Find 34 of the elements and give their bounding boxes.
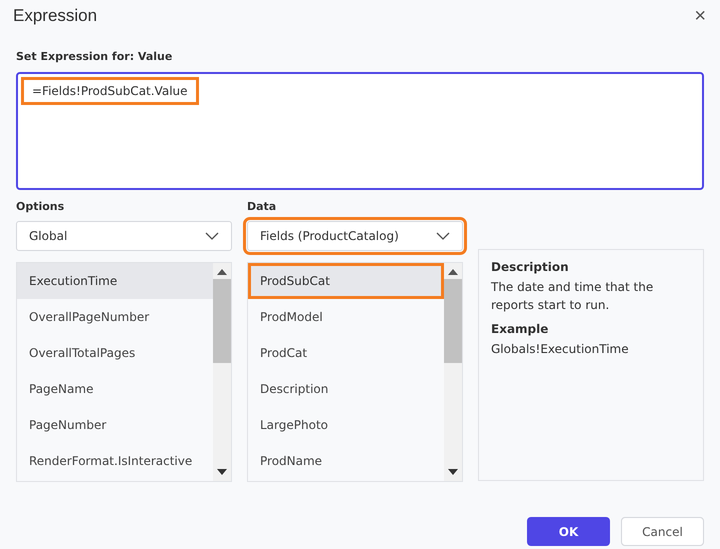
scrollbar[interactable]	[213, 263, 231, 481]
list-item[interactable]: Description	[248, 371, 444, 407]
list-item[interactable]: LargePhoto	[248, 407, 444, 443]
list-item[interactable]: RenderFormat.IsInteractive	[17, 443, 213, 479]
section-label: Options	[16, 200, 66, 213]
description-text: The date and time that the reports start to run.	[491, 279, 654, 314]
list-item[interactable]: ProdName	[248, 443, 444, 479]
dropdown[interactable]: Global	[16, 221, 232, 251]
description-heading: Description	[491, 260, 570, 274]
scrollbar[interactable]	[444, 263, 462, 481]
scroll-up-icon[interactable]	[448, 269, 458, 275]
example-heading: Example	[491, 322, 550, 336]
list-item[interactable]: ProdSubCat	[248, 263, 444, 299]
scroll-down-icon[interactable]	[448, 469, 458, 475]
chevron-down-icon	[205, 232, 219, 240]
section-label: Data	[247, 200, 278, 213]
scroll-down-icon[interactable]	[217, 469, 227, 475]
list-item[interactable]: ProdCat	[248, 335, 444, 371]
list-item[interactable]: OverallTotalPages	[17, 335, 213, 371]
expression-field[interactable]: =Fields!ProdSubCat.Value	[16, 72, 704, 190]
expression-label: Set Expression for: Value	[16, 50, 174, 63]
example-text: Globals!ExecutionTime	[491, 341, 630, 358]
expression-text: =Fields!ProdSubCat.Value	[21, 77, 199, 105]
close-button[interactable]: ×	[690, 4, 710, 28]
chevron-down-icon	[436, 232, 450, 240]
cancel-button[interactable]: Cancel	[621, 517, 704, 546]
window-title: Expression	[13, 6, 98, 26]
list-item[interactable]: PageName	[17, 371, 213, 407]
ok-button[interactable]: OK	[527, 517, 610, 546]
list-item[interactable]: OverallPageNumber	[17, 299, 213, 335]
list-item[interactable]: ExecutionTime	[17, 263, 213, 299]
list-item[interactable]: PageNumber	[17, 407, 213, 443]
scroll-up-icon[interactable]	[217, 269, 227, 275]
list-item[interactable]: ProdModel	[248, 299, 444, 335]
